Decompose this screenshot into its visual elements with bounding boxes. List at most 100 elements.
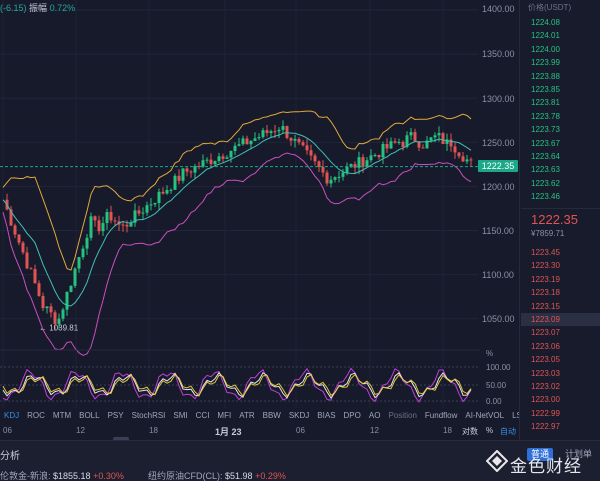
ask-price-row[interactable]: 1223.73: [531, 125, 560, 134]
price-tick: 1400.00: [482, 4, 515, 14]
osc-percent: %: [486, 349, 494, 358]
auto-scale-toggle[interactable]: 自动: [500, 426, 516, 437]
bid-price-row[interactable]: 1223.15: [531, 302, 560, 311]
candle-body: [317, 161, 321, 168]
candle-body: [125, 224, 129, 227]
bid-price-row[interactable]: 1223.18: [531, 288, 560, 297]
tab-dpo[interactable]: DPO: [340, 409, 365, 423]
bid-price-row[interactable]: 1222.97: [531, 422, 560, 431]
ask-price-row[interactable]: 1224.01: [531, 31, 560, 40]
ask-price-row[interactable]: 1223.78: [531, 112, 560, 121]
ask-price-row[interactable]: 1223.62: [531, 179, 560, 188]
chart-area[interactable]: ← 1039.81 (-6.15) 振幅 0.72% 1400.00 1350.…: [0, 0, 533, 441]
price-tick: 1350.00: [482, 49, 515, 59]
tab-bbw[interactable]: BBW: [259, 409, 285, 423]
ask-price-row[interactable]: 1223.67: [531, 139, 560, 148]
candle-body: [137, 210, 141, 214]
ask-price-row[interactable]: 1224.00: [531, 45, 560, 54]
log-scale-toggle[interactable]: 对数: [462, 426, 478, 437]
ask-price-row[interactable]: 1224.08: [531, 18, 560, 27]
bid-price-row[interactable]: 1223.06: [531, 342, 560, 351]
candle-body: [365, 160, 369, 167]
candle-body: [413, 132, 417, 142]
candle-body: [93, 216, 97, 221]
price-tick: 1100.00: [482, 270, 514, 280]
ask-price-row[interactable]: 1223.64: [531, 152, 560, 161]
candle-body: [177, 175, 181, 181]
bid-price-row[interactable]: 1223.05: [531, 355, 560, 364]
ask-price-row[interactable]: 1223.46: [531, 192, 560, 201]
candle-body: [309, 150, 313, 156]
candle-body: [325, 172, 329, 184]
bid-price-row[interactable]: 1223.02: [531, 382, 560, 391]
bid-price-row[interactable]: 1223.03: [531, 369, 560, 378]
tab-kdj[interactable]: KDJ: [0, 409, 23, 423]
bid-price-row[interactable]: 1223.09: [531, 315, 560, 324]
candle-body: [113, 220, 117, 222]
book-divider: [521, 208, 600, 209]
time-tick: 18: [443, 426, 452, 435]
candle-body: [41, 295, 45, 309]
tab-cci[interactable]: CCI: [192, 409, 214, 423]
ask-price-row[interactable]: 1223.85: [531, 85, 560, 94]
tab-atr[interactable]: ATR: [235, 409, 258, 423]
ask-price-row[interactable]: 1223.88: [531, 72, 560, 81]
candle-body: [169, 189, 173, 191]
analysis-tab[interactable]: 分析: [0, 447, 20, 462]
candle-body: [421, 147, 425, 149]
candle-body: [397, 141, 401, 143]
tab-stochrsi[interactable]: StochRSI: [128, 409, 170, 423]
tab-smi[interactable]: SMI: [169, 409, 191, 423]
ask-price-row[interactable]: 1223.99: [531, 58, 560, 67]
candle-body: [29, 268, 33, 270]
candlestick-chart[interactable]: ← 1039.81: [0, 0, 519, 440]
candle-body: [429, 137, 433, 141]
candle-body: [369, 155, 373, 161]
ask-price-row[interactable]: 1223.81: [531, 98, 560, 107]
candle-body: [321, 167, 325, 173]
price-tick: 1050.00: [482, 314, 515, 324]
tab-boll[interactable]: BOLL: [75, 409, 103, 423]
candle-body: [389, 141, 393, 149]
candle-body: [385, 144, 389, 149]
ticker-oil[interactable]: 纽约原油CFD(CL): $51.98 +0.29%: [148, 469, 286, 481]
time-tick: 12: [370, 426, 379, 435]
candle-body: [229, 150, 233, 158]
candle-body: [269, 131, 273, 134]
tab-psy[interactable]: PSY: [104, 409, 128, 423]
bid-price-row[interactable]: 1222.99: [531, 409, 560, 418]
candle-body: [433, 135, 437, 138]
candle-body: [17, 234, 21, 243]
ask-price-row[interactable]: 1223.63: [531, 165, 560, 174]
tab-ai-netvol[interactable]: AI-NetVOL: [461, 409, 508, 423]
tab-bias[interactable]: BIAS: [313, 409, 339, 423]
tab-position[interactable]: Position: [384, 409, 420, 423]
candle-body: [441, 133, 445, 145]
candle-body: [89, 216, 93, 238]
time-axis: 06 12 18 1月 23 06 12 18 对数 % 自动: [0, 426, 519, 438]
bid-price-row[interactable]: 1223.30: [531, 261, 560, 270]
candle-body: [337, 176, 341, 178]
tab-skdj[interactable]: SKDJ: [285, 409, 313, 423]
current-price-tag: 1222.35: [478, 160, 518, 172]
tab-fundflow[interactable]: Fundflow: [421, 409, 461, 423]
candle-body: [121, 224, 125, 226]
tab-mfi[interactable]: MFI: [213, 409, 235, 423]
tab-roc[interactable]: ROC: [23, 409, 49, 423]
tab-ao[interactable]: AO: [365, 409, 385, 423]
candle-body: [265, 130, 269, 134]
ticker-gold[interactable]: 伦敦金-新浪: $1855.18 +0.30%: [0, 469, 124, 481]
bid-price-row[interactable]: 1223.19: [531, 275, 560, 284]
candle-body: [333, 177, 337, 180]
candle-body: [253, 138, 257, 141]
candle-body: [161, 191, 165, 194]
bid-price-row[interactable]: 1223.07: [531, 328, 560, 337]
candle-body: [85, 237, 89, 249]
price-tick: 1300.00: [482, 94, 515, 104]
bid-price-row[interactable]: 1223.45: [531, 248, 560, 257]
bid-price-row[interactable]: 1223.00: [531, 395, 560, 404]
candle-body: [201, 160, 205, 167]
candle-body: [13, 225, 17, 235]
percent-scale-toggle[interactable]: %: [486, 426, 493, 435]
tab-mtm[interactable]: MTM: [49, 409, 75, 423]
